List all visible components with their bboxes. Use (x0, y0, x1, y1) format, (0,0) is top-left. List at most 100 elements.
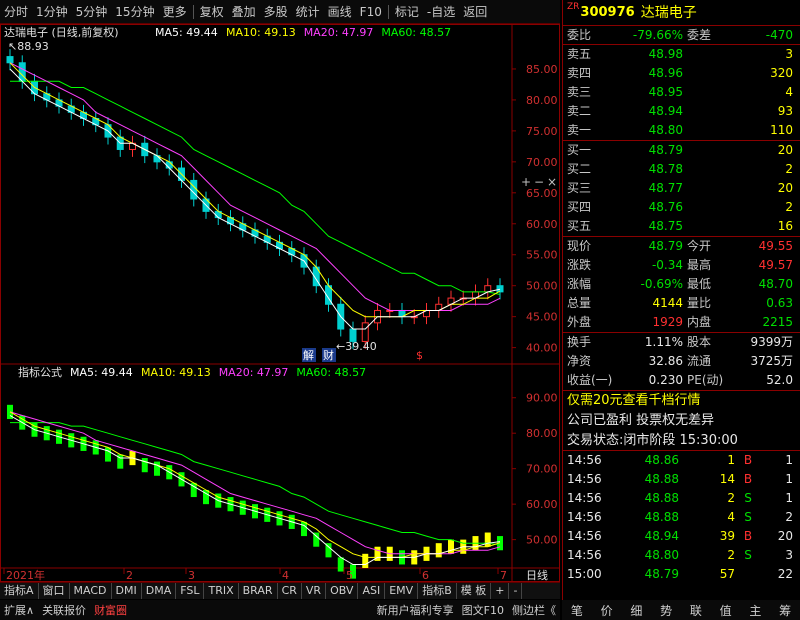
y-tick-label: 50.00 (526, 280, 558, 293)
toolbar-item[interactable]: 1分钟 (32, 0, 72, 24)
trade-status: 交易状态:闭市阶段 15:30:00 (563, 431, 800, 451)
indicator-tab[interactable]: 指标A (0, 583, 39, 599)
status-tab[interactable]: 财富圈 (90, 602, 131, 618)
marker-jie[interactable]: 解 (303, 348, 314, 362)
order-price: 48.79 (648, 143, 683, 157)
indicator-tab[interactable]: - (509, 583, 523, 599)
y-tick-label: 40.00 (526, 342, 558, 355)
indicator-tab[interactable]: VR (302, 583, 327, 599)
ma-legend: MA20: 47.97 (304, 26, 374, 39)
stat-row: 总量 4144 量比 0.63 (563, 294, 800, 313)
kline-chart-svg[interactable]: 85.0080.0075.0070.0065.0060.0055.0050.00… (0, 24, 560, 582)
stat-row: 外盘 1929 内盘 2215 (563, 313, 800, 332)
quote-nav-item[interactable]: 主 (749, 602, 761, 619)
order-row: 买一 48.79 20 (563, 141, 800, 160)
y-tick-label: 75.00 (526, 125, 558, 138)
indicator-tab[interactable]: MACD (70, 583, 112, 599)
toolbar-item[interactable]: 15分钟 (111, 0, 158, 24)
stat-value: 32.86 (648, 354, 683, 368)
status-link[interactable]: 新用户福利专享 (373, 602, 458, 618)
quote-nav-item[interactable]: 价 (601, 602, 613, 619)
status-link[interactable]: 侧边栏《 (508, 602, 560, 618)
sub-bar (141, 458, 148, 473)
y-tick-label: 70.00 (526, 156, 558, 169)
stat-row: 换手 1.11% 股本 9399万 (563, 333, 800, 352)
stat-label: 外盘 (567, 315, 592, 329)
quote-nav-item[interactable]: 筹 (779, 602, 791, 619)
quote-nav-item[interactable]: 值 (720, 602, 732, 619)
marker-dollar[interactable]: $ (416, 349, 423, 362)
indicator-tab[interactable]: 模 板 (457, 583, 492, 599)
order-label: 买三 (567, 181, 592, 195)
indicator-tab[interactable]: TRIX (204, 583, 239, 599)
stat-label: 收益(一) (567, 373, 613, 387)
stat-row: 现价 48.79 今开 49.55 (563, 237, 800, 256)
tick-volume: 1 (727, 453, 735, 467)
order-price: 48.94 (648, 104, 683, 118)
toolbar-item[interactable]: 标记 (391, 0, 423, 24)
kline-chart-area[interactable]: 85.00 80.00 75.00 70.00 65.00 60.00 55.00 50.00… (0, 24, 560, 584)
zoom-control[interactable]: + (521, 175, 531, 189)
tick-row: 14:56 48.94 39 B 20 (563, 527, 800, 546)
toolbar-item[interactable]: 5分钟 (72, 0, 112, 24)
status-tab[interactable]: 扩展∧ (0, 602, 38, 618)
indicator-tab[interactable]: + (491, 583, 510, 599)
order-label: 买二 (567, 162, 592, 176)
tick-volume: 14 (719, 472, 735, 486)
stat-value: 4144 (652, 296, 683, 310)
quote-nav-item[interactable]: 细 (630, 602, 642, 619)
indicator-tab[interactable]: CR (278, 583, 302, 599)
indicator-tab[interactable]: ASI (358, 583, 386, 599)
period-label[interactable]: 日线 (526, 568, 548, 582)
indicator-tab[interactable]: 指标B (418, 583, 457, 599)
indicator-tab[interactable]: 窗口 (39, 583, 70, 599)
toolbar-item[interactable]: F10 (356, 0, 386, 24)
zoom-control[interactable]: − (534, 175, 544, 189)
stat-label: 今开 (687, 239, 712, 253)
toolbar-item[interactable]: 分时 (0, 0, 32, 24)
stat-label: 流通 (687, 354, 712, 368)
toolbar-item[interactable]: 画线 (324, 0, 356, 24)
indicator-tab[interactable]: FSL (176, 583, 205, 599)
toolbar-item[interactable]: 复权 (196, 0, 228, 24)
indicator-tab[interactable]: OBV (326, 583, 359, 599)
y-tick-label: 60.00 (526, 218, 558, 231)
stat-row: 收益(一) 0.230 PE(动) 52.0 (563, 371, 800, 390)
order-row: 卖二 48.94 93 (563, 102, 800, 121)
tick-time: 14:56 (567, 472, 602, 486)
indicator-tab[interactable]: DMI (112, 583, 142, 599)
sub-bar (484, 532, 491, 547)
order-volume: 3 (785, 47, 793, 61)
status-link[interactable]: 图文F10 (458, 602, 508, 618)
ma-legend: MA60: 48.57 (296, 366, 366, 379)
pane-label: 指标公式 (18, 365, 62, 379)
toolbar-separator (387, 4, 389, 19)
toolbar-item[interactable]: 返回 (459, 0, 491, 24)
status-tab[interactable]: 关联报价 (38, 602, 90, 618)
toolbar-item[interactable]: 统计 (292, 0, 324, 24)
quote-nav-item[interactable]: 势 (660, 602, 672, 619)
stat-label: 内盘 (687, 315, 712, 329)
indicator-tab[interactable]: EMV (385, 583, 419, 599)
tick-row: 14:56 48.86 1 B 1 (563, 451, 800, 470)
quote-nav-item[interactable]: 联 (690, 602, 702, 619)
stat-value: 49.57 (758, 258, 793, 272)
zoom-control[interactable]: × (547, 175, 557, 189)
order-volume: 110 (770, 123, 793, 137)
indicator-tab[interactable]: DMA (142, 583, 177, 599)
order-price: 48.76 (648, 200, 683, 214)
order-row: 卖五 48.98 3 (563, 45, 800, 64)
order-row: 卖三 48.95 4 (563, 83, 800, 102)
quote-nav-item[interactable]: 笔 (571, 602, 583, 619)
order-row: 买二 48.78 2 (563, 160, 800, 179)
toolbar-item[interactable]: 更多 (159, 0, 191, 24)
order-volume: 16 (777, 219, 793, 233)
promo-level2[interactable]: 仅需20元查看千档行情 (563, 391, 800, 411)
toolbar-item[interactable]: 多股 (260, 0, 292, 24)
marker-cai[interactable]: 财 (323, 348, 334, 362)
toolbar-item[interactable]: -自选 (423, 0, 459, 24)
indicator-tab[interactable]: BRAR (239, 583, 278, 599)
sub-bar (105, 447, 111, 462)
toolbar-item[interactable]: 叠加 (228, 0, 260, 24)
sub-bar (448, 539, 454, 554)
